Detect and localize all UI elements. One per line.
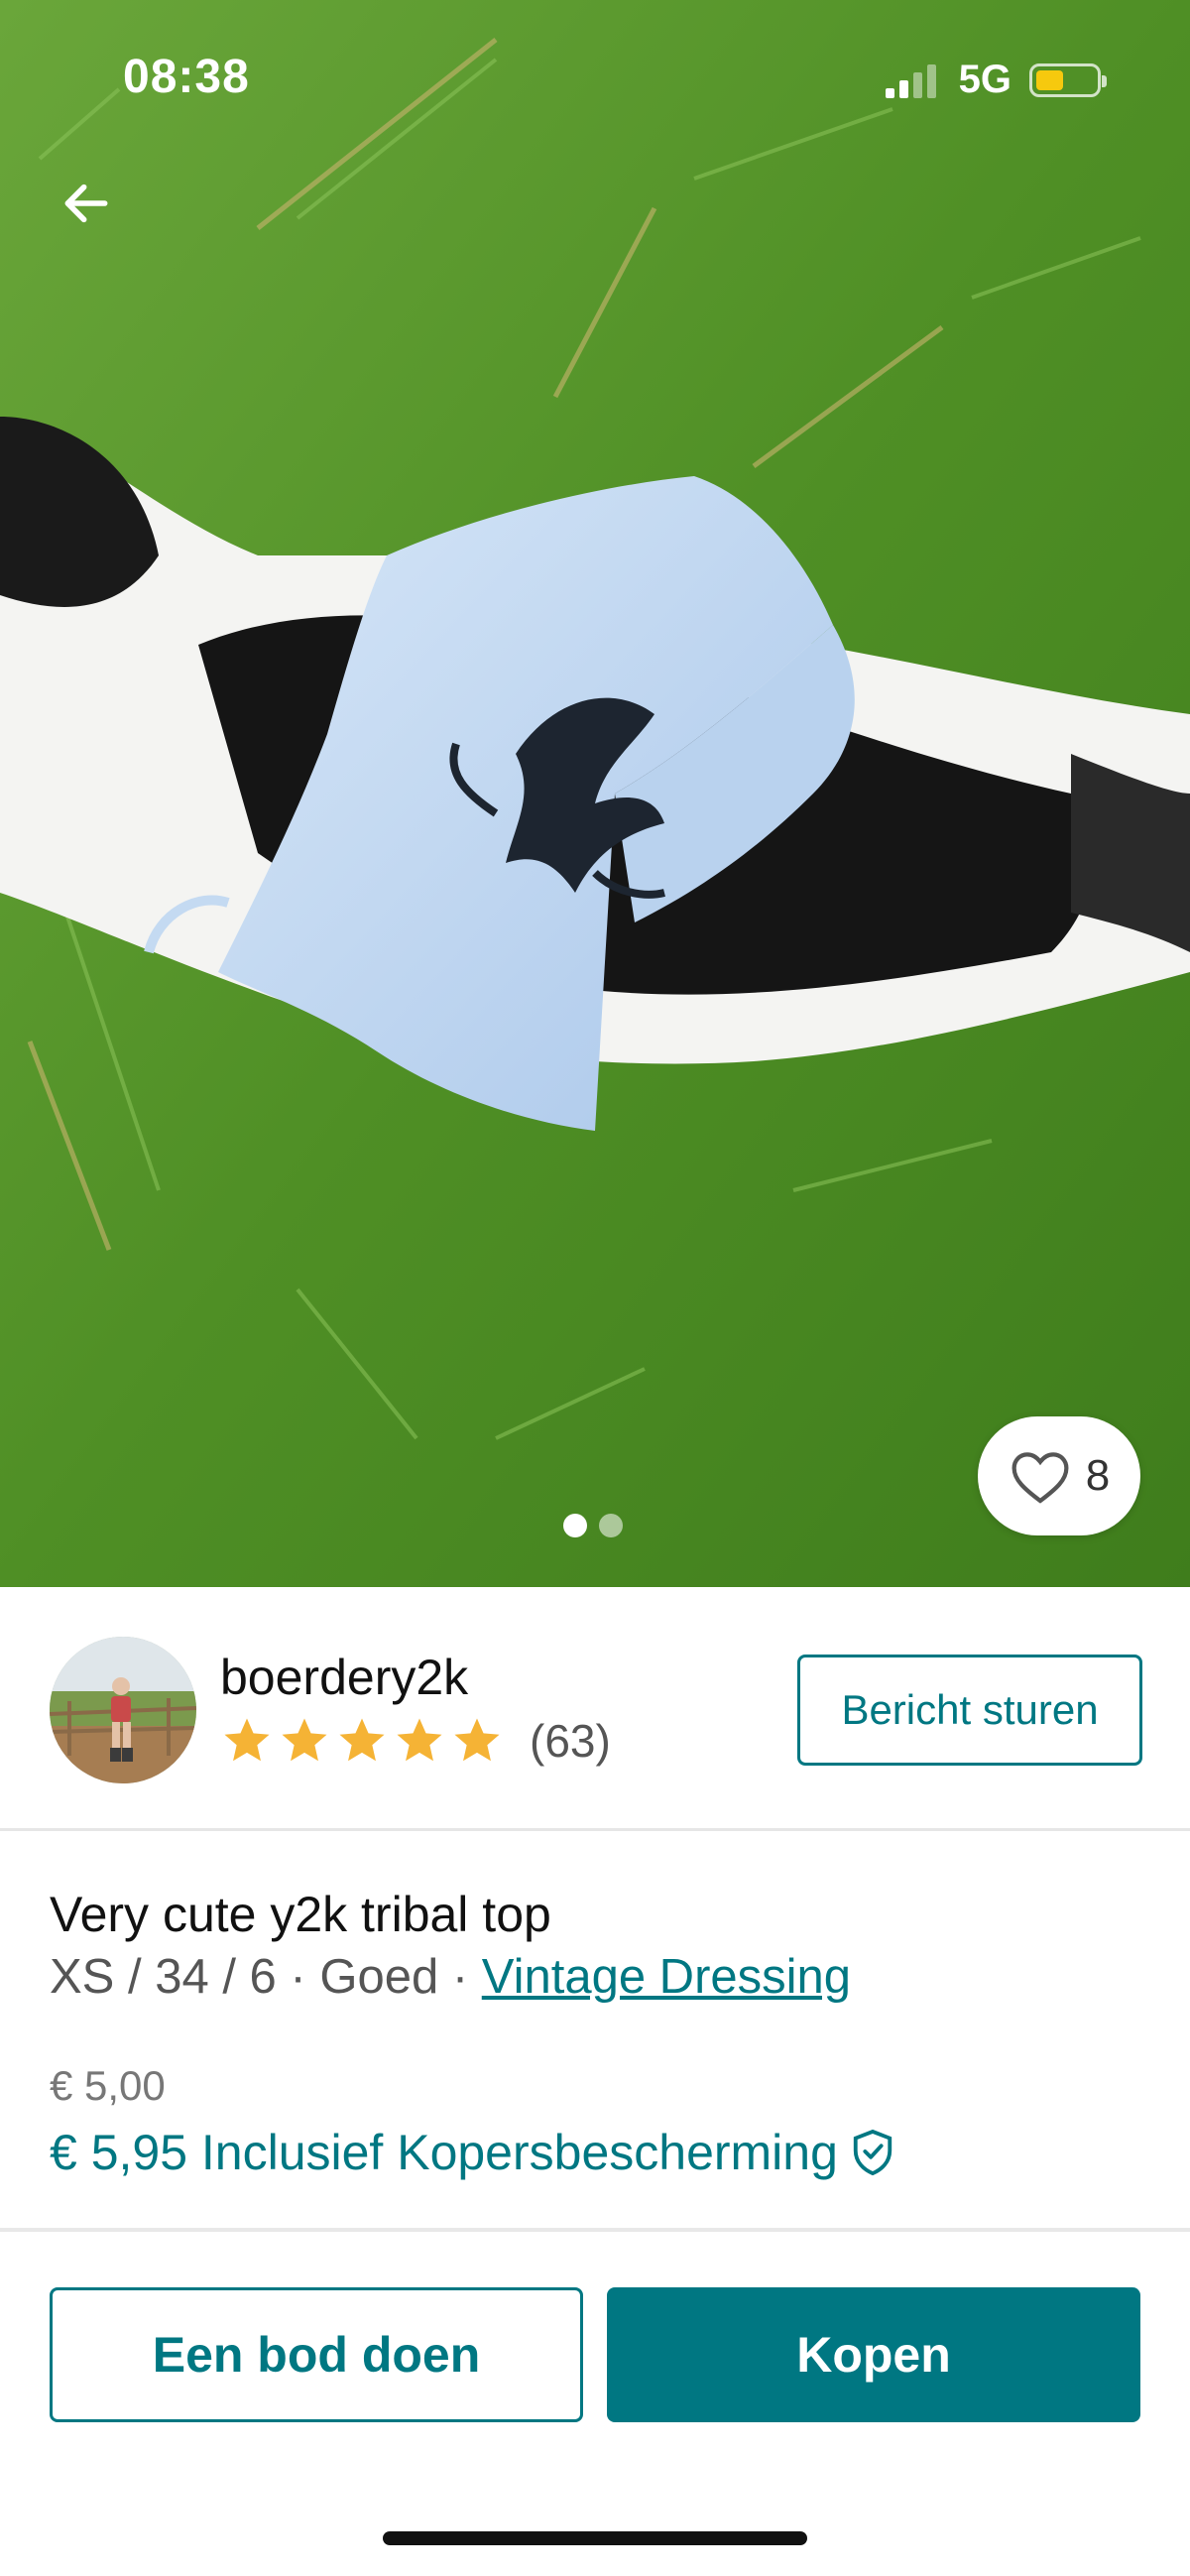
brand-link[interactable]: Vintage Dressing (482, 1950, 851, 2004)
price-total-label: € 5,95 Inclusief Kopersbescherming (50, 2125, 838, 2180)
signal-icon (885, 62, 941, 98)
product-photo (0, 0, 1190, 1587)
favorite-button[interactable]: 8 (978, 1416, 1140, 1535)
item-size-condition: XS / 34 / 6 · Goed · (50, 1950, 482, 2004)
home-indicator[interactable] (383, 2531, 807, 2545)
gallery-pager[interactable] (563, 1514, 623, 1537)
price-with-buyer-protection[interactable]: € 5,95 Inclusief Kopersbescherming (50, 2124, 895, 2181)
status-time: 08:38 (123, 51, 250, 103)
seller-rating[interactable]: (63) (220, 1714, 611, 1768)
make-offer-button[interactable]: Een bod doen (50, 2287, 583, 2422)
item-price: € 5,00 (50, 2062, 166, 2109)
pager-dot[interactable] (563, 1514, 587, 1537)
battery-icon (1029, 62, 1107, 97)
review-count: (63) (530, 1715, 611, 1767)
star-icon (397, 1718, 442, 1762)
status-indicators: 5G (885, 58, 1107, 102)
arrow-left-icon (64, 184, 108, 223)
item-title: Very cute y2k tribal top (50, 1887, 551, 1942)
star-icon (224, 1718, 270, 1762)
avatar[interactable] (50, 1637, 196, 1783)
favorite-count: 8 (1085, 1451, 1111, 1500)
seller-username[interactable]: boerdery2k (220, 1649, 468, 1706)
star-icon (282, 1718, 327, 1762)
avatar-photo (50, 1637, 196, 1783)
seller-section: boerdery2k (63) Bericht sturen (0, 1587, 1190, 1831)
back-button[interactable] (52, 169, 121, 238)
star-icon (339, 1718, 385, 1762)
star-icon (454, 1718, 500, 1762)
item-details: Very cute y2k tribal top XS / 34 / 6 · G… (0, 1834, 1190, 2232)
network-label: 5G (958, 58, 1012, 101)
send-message-button[interactable]: Bericht sturen (797, 1655, 1142, 1766)
shield-check-icon (853, 2129, 892, 2176)
heart-outline-icon (1012, 1452, 1069, 1504)
product-photo-gallery[interactable]: 08:38 5G 8 (0, 0, 1190, 1587)
pager-dot[interactable] (599, 1514, 623, 1537)
item-meta: XS / 34 / 6 · Goed · Vintage Dressing (50, 1949, 851, 2005)
buy-button[interactable]: Kopen (607, 2287, 1140, 2422)
